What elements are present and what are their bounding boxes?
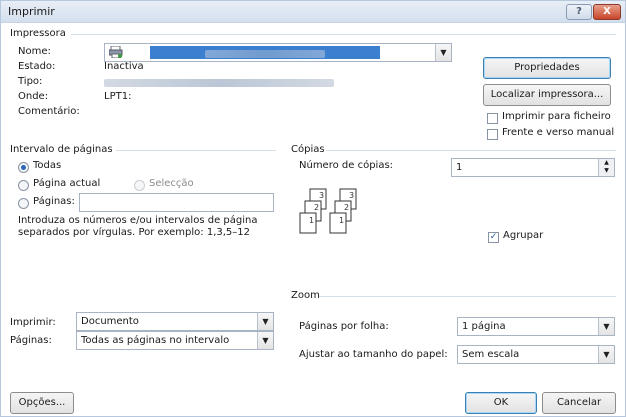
svg-text:1: 1 [309, 216, 314, 225]
status-label: Estado: [18, 61, 56, 72]
printer-group-label: Impressora [10, 28, 66, 39]
type-label: Tipo: [18, 76, 43, 87]
page-range-group-label: Intervalo de páginas [10, 144, 113, 155]
page-range-divider [116, 150, 276, 151]
manual-duplex-label: Frente e verso manual [502, 127, 615, 138]
collated-copies-icon: 321 321 [299, 188, 357, 234]
ok-button[interactable]: OK [465, 392, 537, 414]
where-value: LPT1: [104, 91, 132, 102]
scale-select[interactable]: Sem escala ▼ [457, 345, 615, 364]
printer-icon [108, 45, 123, 59]
manual-duplex-checkbox[interactable] [487, 129, 498, 140]
svg-text:2: 2 [314, 203, 319, 212]
printer-name-label: Nome: [18, 46, 51, 57]
printer-group-divider [71, 34, 616, 35]
svg-text:3: 3 [319, 191, 324, 200]
redacted-printer-type [104, 79, 334, 87]
chevron-down-icon: ▼ [257, 332, 273, 349]
find-printer-button[interactable]: Localizar impressora... [483, 84, 611, 106]
copies-input[interactable]: 1 ▲ ▼ [451, 158, 615, 177]
chevron-down-icon: ▼ [598, 346, 614, 363]
print-pages-value: Todas as páginas no intervalo [81, 335, 230, 346]
chevron-down-icon: ▼ [257, 313, 273, 330]
range-all-label: Todas [33, 160, 62, 171]
range-selection-radio[interactable] [134, 180, 145, 191]
print-what-select[interactable]: Documento ▼ [76, 312, 274, 331]
comment-label: Comentário: [18, 106, 80, 117]
properties-button[interactable]: Propriedades [483, 57, 611, 79]
dialog-title: Imprimir [8, 5, 55, 18]
copies-count-label: Número de cópias: [299, 160, 394, 171]
range-hint: Introduza os números e/ou intervalos de … [18, 215, 258, 238]
status-value: Inactiva [104, 61, 144, 72]
zoom-group-label: Zoom [291, 290, 320, 301]
title-bar: Imprimir ? X [1, 1, 625, 23]
range-selection-label: Selecção [149, 178, 194, 189]
pages-per-sheet-select[interactable]: 1 página ▼ [457, 317, 615, 336]
print-dialog: Imprimir ? X Impressora Nome: ▼ Estado: … [0, 0, 626, 417]
spinner-icon[interactable]: ▲ ▼ [598, 159, 614, 176]
close-button[interactable]: X [593, 4, 621, 20]
scale-label: Ajustar ao tamanho do papel: [299, 349, 448, 360]
redacted-printer-name [205, 50, 325, 58]
print-to-file-label: Imprimir para ficheiro [502, 111, 611, 122]
copies-value: 1 [456, 162, 463, 173]
range-pages-label: Páginas: [33, 196, 75, 207]
pages-per-sheet-value: 1 página [462, 321, 506, 332]
zoom-divider [319, 296, 616, 297]
range-pages-radio[interactable] [18, 198, 29, 209]
print-what-label: Imprimir: [10, 317, 56, 328]
print-pages-label: Páginas: [10, 335, 52, 346]
print-what-value: Documento [81, 316, 139, 327]
svg-text:3: 3 [349, 191, 354, 200]
svg-text:2: 2 [344, 203, 349, 212]
pages-per-sheet-label: Páginas por folha: [299, 321, 389, 332]
collate-label: Agrupar [503, 230, 544, 241]
copies-group-label: Cópias [291, 144, 325, 155]
printer-name-select[interactable]: ▼ [104, 43, 452, 62]
scale-value: Sem escala [462, 349, 520, 360]
print-to-file-checkbox[interactable] [487, 113, 498, 124]
copies-divider [326, 150, 616, 151]
help-button[interactable]: ? [566, 4, 592, 20]
range-current-radio[interactable] [18, 180, 29, 191]
options-button[interactable]: Opções... [10, 392, 74, 414]
range-current-label: Página actual [33, 178, 101, 189]
cancel-button[interactable]: Cancelar [542, 392, 616, 414]
chevron-down-icon: ▼ [435, 44, 451, 61]
svg-text:1: 1 [339, 216, 344, 225]
pages-input[interactable] [79, 193, 274, 212]
chevron-down-icon: ▼ [598, 318, 614, 335]
print-pages-select[interactable]: Todas as páginas no intervalo ▼ [76, 331, 274, 350]
collate-checkbox[interactable]: ✓ [488, 232, 499, 243]
range-all-radio[interactable] [18, 162, 29, 173]
where-label: Onde: [18, 91, 49, 102]
